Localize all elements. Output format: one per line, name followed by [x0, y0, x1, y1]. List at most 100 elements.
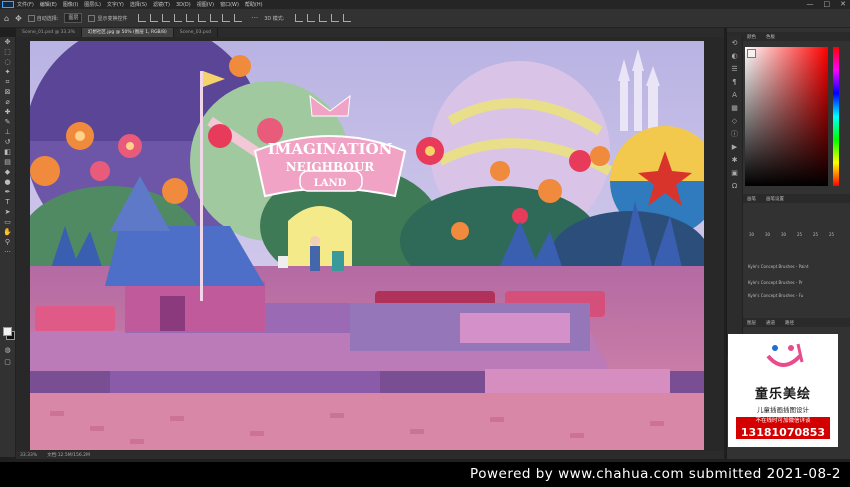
- menu-file[interactable]: 文件(F): [17, 1, 34, 8]
- tab-color[interactable]: 颜色: [747, 34, 756, 40]
- menu-view[interactable]: 视图(V): [197, 1, 214, 8]
- styles-icon[interactable]: ✱: [727, 153, 742, 166]
- tab-swatches[interactable]: 色板: [766, 34, 775, 40]
- tab-paths[interactable]: 路径: [785, 320, 794, 326]
- brush-size[interactable]: 30: [761, 232, 774, 244]
- menu-image[interactable]: 图像(I): [63, 1, 78, 8]
- gradient-icon[interactable]: ▤: [0, 157, 15, 167]
- brush-size[interactable]: 25: [793, 232, 806, 244]
- brush-preset[interactable]: Kyle's Concept Brushes - Fu: [748, 293, 828, 299]
- color-picker-field[interactable]: [745, 47, 828, 186]
- maximize-button[interactable]: □: [824, 0, 831, 9]
- actions-icon[interactable]: ▶: [727, 140, 742, 153]
- align-right-icon[interactable]: [161, 14, 170, 22]
- move-tool-icon[interactable]: ✥: [15, 13, 22, 23]
- document-canvas[interactable]: IMAGINATION NEIGHBOUR LAND: [30, 41, 704, 450]
- brush-preset[interactable]: Kyle's Concept Brushes - Pr: [748, 280, 828, 286]
- zoom-level[interactable]: 33.33%: [20, 453, 37, 458]
- home-icon[interactable]: ⌂: [4, 13, 9, 23]
- 3d-rotate-icon[interactable]: [294, 14, 303, 22]
- transform-controls[interactable]: 显示变换控件: [88, 13, 128, 23]
- brush-size[interactable]: 30: [777, 232, 790, 244]
- minimize-button[interactable]: —: [807, 0, 814, 9]
- brush-size[interactable]: 30: [745, 232, 758, 244]
- align-left-icon[interactable]: [137, 14, 146, 22]
- pen-icon[interactable]: ✒: [0, 187, 15, 197]
- rectangle-icon[interactable]: ▭: [0, 217, 15, 227]
- tab-brushes[interactable]: 画笔: [747, 196, 756, 202]
- lasso-icon[interactable]: ◌: [0, 57, 15, 67]
- auto-select-checkbox[interactable]: [27, 14, 35, 22]
- libraries-icon[interactable]: ▦: [727, 101, 742, 114]
- menu-help[interactable]: 帮助(H): [245, 1, 263, 8]
- menu-filter[interactable]: 滤镜(T): [153, 1, 170, 8]
- layer-comps-icon[interactable]: ▣: [727, 166, 742, 179]
- align-top-icon[interactable]: [173, 14, 182, 22]
- 3d-roll-icon[interactable]: [306, 14, 315, 22]
- brush-size[interactable]: 25: [825, 232, 838, 244]
- path-select-icon[interactable]: ➤: [0, 207, 15, 217]
- paragraph-icon[interactable]: ¶: [727, 75, 742, 88]
- auto-select[interactable]: 自动选择:: [27, 13, 58, 23]
- screen-mode-icon[interactable]: ▢: [0, 357, 15, 367]
- info-icon[interactable]: ⓘ: [727, 127, 742, 140]
- menu-edit[interactable]: 编辑(E): [40, 1, 57, 8]
- current-color-swatch[interactable]: [747, 49, 756, 58]
- align-middle-icon[interactable]: [185, 14, 194, 22]
- blur-icon[interactable]: ◆: [0, 167, 15, 177]
- eyedropper-icon[interactable]: ⌀: [0, 97, 15, 107]
- tab-brush-settings[interactable]: 画笔设置: [766, 196, 784, 202]
- dodge-icon[interactable]: ●: [0, 177, 15, 187]
- menu-select[interactable]: 选择(S): [130, 1, 147, 8]
- adjustments-icon[interactable]: ◐: [727, 49, 742, 62]
- doc-tab[interactable]: Scene_03.psd: [174, 28, 218, 37]
- brush-preset[interactable]: Kyle's Concept Brushes - Paint: [748, 264, 828, 270]
- menu-layer[interactable]: 图层(L): [84, 1, 101, 8]
- doc-size[interactable]: 文档:12.5M/156.2M: [47, 452, 90, 458]
- more-tools-icon[interactable]: ···: [0, 247, 15, 257]
- move-icon[interactable]: ✥: [0, 37, 15, 47]
- distribute-icon[interactable]: [209, 14, 218, 22]
- options-bar: ⌂ ✥ 自动选择: 图层 显示变换控件 ··· 3D 模式:: [0, 9, 850, 28]
- healing-brush-icon[interactable]: ✚: [0, 107, 15, 117]
- hand-icon[interactable]: ✋: [0, 227, 15, 237]
- frame-icon[interactable]: ⊠: [0, 87, 15, 97]
- tab-layers[interactable]: 图层: [747, 320, 756, 326]
- layer-select-dropdown[interactable]: 图层: [64, 13, 83, 23]
- foreground-color-swatch[interactable]: [3, 327, 12, 336]
- quick-mask-icon[interactable]: ◍: [0, 345, 15, 355]
- more-options-icon[interactable]: ···: [252, 13, 259, 23]
- eraser-icon[interactable]: ◧: [0, 147, 15, 157]
- transform-checkbox[interactable]: [88, 14, 96, 22]
- type-icon[interactable]: T: [0, 197, 15, 207]
- distribute-h-icon[interactable]: [221, 14, 230, 22]
- history-icon[interactable]: ⟲: [727, 36, 742, 49]
- doc-tab[interactable]: Scene_01.psd @ 33.3%: [16, 28, 82, 37]
- clone-stamp-icon[interactable]: ⊥: [0, 127, 15, 137]
- navigator-icon[interactable]: ◇: [727, 114, 742, 127]
- distribute-v-icon[interactable]: [233, 14, 242, 22]
- tab-channels[interactable]: 通道: [766, 320, 775, 326]
- tools-panel: ✥ ⬚ ◌ ✦ ⌗ ⊠ ⌀ ✚ ✎ ⊥ ↺ ◧ ▤ ◆ ● ✒ T ➤ ▭ ✋ …: [0, 37, 16, 457]
- 3d-drag-icon[interactable]: [318, 14, 327, 22]
- properties-icon[interactable]: ☰: [727, 62, 742, 75]
- crop-icon[interactable]: ⌗: [0, 77, 15, 87]
- marquee-icon[interactable]: ⬚: [0, 47, 15, 57]
- menu-window[interactable]: 窗口(W): [220, 1, 239, 8]
- zoom-icon[interactable]: ⚲: [0, 237, 15, 247]
- 3d-slide-icon[interactable]: [330, 14, 339, 22]
- align-center-icon[interactable]: [149, 14, 158, 22]
- history-brush-icon[interactable]: ↺: [0, 137, 15, 147]
- close-button[interactable]: ✕: [840, 0, 846, 9]
- magic-wand-icon[interactable]: ✦: [0, 67, 15, 77]
- menu-type[interactable]: 文字(Y): [107, 1, 124, 8]
- brush-size[interactable]: 25: [809, 232, 822, 244]
- hue-slider[interactable]: [833, 47, 839, 186]
- 3d-scale-icon[interactable]: [342, 14, 351, 22]
- menu-3d[interactable]: 3D(D): [176, 2, 191, 8]
- character-icon[interactable]: A: [727, 88, 742, 101]
- brush-icon[interactable]: ✎: [0, 117, 15, 127]
- align-bottom-icon[interactable]: [197, 14, 206, 22]
- glyphs-icon[interactable]: Ω: [727, 179, 742, 192]
- doc-tab-active[interactable]: 幻想社区.jpg @ 50% (图层 1, RGB/8): [81, 28, 174, 37]
